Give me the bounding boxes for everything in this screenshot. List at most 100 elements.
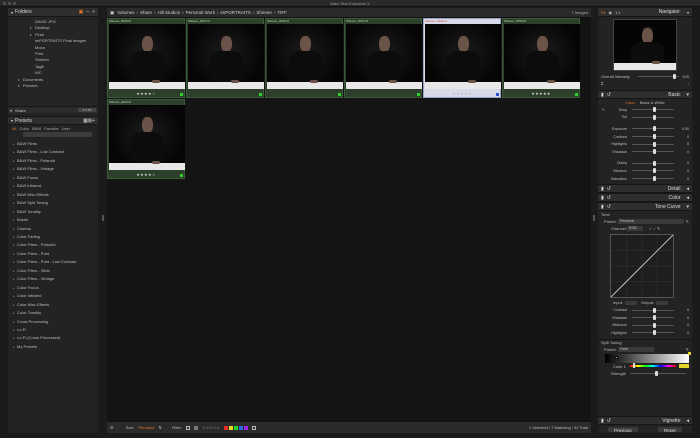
tone-preset-dropdown[interactable]: Personal: [618, 219, 684, 225]
collapse-triangle-icon[interactable]: ▾: [687, 10, 689, 15]
sort-direction-icon[interactable]: ⇅: [159, 425, 162, 430]
color-flag-icon[interactable]: [338, 93, 341, 96]
slider-knob[interactable]: [653, 160, 656, 166]
preset-group[interactable]: ▸ Color Tonality: [8, 309, 98, 317]
color-filter-swatch[interactable]: [243, 425, 248, 430]
preset-group[interactable]: ▸ Cinema: [8, 225, 98, 233]
mode-color-button[interactable]: Color: [625, 100, 635, 105]
color-flag-icon[interactable]: [496, 93, 499, 96]
preset-group[interactable]: ▸ Lo-Fi (Cross Processed): [8, 334, 98, 342]
reset-button[interactable]: Reset: [657, 426, 683, 433]
one-to-one-button[interactable]: 1:1: [615, 10, 621, 15]
tone-curve-header[interactable]: ▮ ↺ Tone Curve ▾: [598, 202, 692, 212]
channel-dropdown[interactable]: RGB: [627, 226, 643, 232]
preset-group[interactable]: ▸ B&W Films - Vintage: [8, 165, 98, 173]
filter-stars[interactable]: ☆☆☆☆☆: [202, 425, 220, 430]
preset-group[interactable]: ▸ Color Focus: [8, 284, 98, 292]
toggle-icon[interactable]: ▮: [601, 195, 604, 201]
folder-item[interactable]: ▸ Pictures: [8, 83, 98, 89]
adjustment-slider[interactable]: [632, 315, 674, 321]
preset-tab[interactable]: Color: [19, 126, 29, 131]
color-header[interactable]: ▮ ↺ Color ◂: [598, 193, 692, 203]
vignette-header[interactable]: ▮ ↺ Vignette ◂: [598, 416, 692, 425]
mode-bw-button[interactable]: Black & White: [640, 100, 665, 105]
slider-knob[interactable]: [653, 307, 656, 313]
filter-none-swatch[interactable]: [251, 425, 256, 430]
split-preset-dropdown[interactable]: Fade: [618, 346, 654, 352]
color-flag-icon[interactable]: [180, 174, 183, 177]
preset-group[interactable]: ▸ B&W Focus: [8, 174, 98, 182]
previous-button[interactable]: Previous: [607, 426, 639, 433]
preset-group[interactable]: ▸ B&W Films: [8, 140, 98, 148]
preset-group[interactable]: ▸ B&W Films - Polaroid: [8, 157, 98, 165]
folder-icon[interactable]: ▣: [79, 9, 84, 15]
thumbnail[interactable]: Shireen_0039.tif ☆☆☆☆☆: [423, 18, 501, 98]
slider-knob[interactable]: [653, 134, 656, 140]
input-field[interactable]: [625, 300, 638, 305]
output-field[interactable]: [656, 300, 669, 305]
preset-tab[interactable]: User: [62, 126, 70, 131]
toggle-icon[interactable]: ▮: [601, 186, 604, 192]
brush-icon[interactable]: ⁄: [688, 81, 689, 86]
preset-group[interactable]: ▸ My Presets: [8, 343, 98, 351]
adjustment-slider[interactable]: [632, 134, 674, 140]
curve-eyedropper-icon[interactable]: ✎: [657, 226, 660, 231]
toggle-icon[interactable]: ▮: [601, 204, 604, 210]
collapse-triangle-icon[interactable]: ▾: [11, 118, 13, 123]
remove-folder-icon[interactable]: –: [86, 9, 89, 15]
slider-knob[interactable]: [653, 330, 656, 336]
fit-button[interactable]: Fit: [601, 10, 605, 15]
thumbnail[interactable]: Shireen_0050.tif ★★★★★: [502, 18, 580, 98]
split-hue-slider[interactable]: [630, 363, 676, 369]
crop-icon[interactable]: ⌗: [601, 81, 603, 86]
curve-point-icon[interactable]: ✓: [649, 226, 652, 231]
split-tone-gradient[interactable]: [605, 351, 691, 363]
thumbnail[interactable]: Shireen_0027.tif: [186, 18, 264, 98]
split-color-marker[interactable]: [688, 351, 691, 355]
preset-group[interactable]: ▸ B&W Split Toning: [8, 199, 98, 207]
breadcrumb-item[interactable]: imPORTRAITS: [221, 10, 251, 15]
thumbnail[interactable]: Shireen_0023.tif ★★★★☆: [107, 18, 185, 98]
right-splitter-handle[interactable]: [593, 215, 595, 221]
star-rating[interactable]: ★★★★☆: [108, 172, 184, 177]
preset-group[interactable]: ▸ Cross Processing: [8, 318, 98, 326]
preset-group[interactable]: ▸ B&W Infrared: [8, 182, 98, 190]
preset-group[interactable]: ▸ B&W Misc Effects: [8, 191, 98, 199]
expand-triangle-icon[interactable]: ◂: [686, 186, 689, 192]
preset-group[interactable]: ▸ Color Fading: [8, 233, 98, 241]
adjustment-slider[interactable]: [632, 330, 674, 336]
filter-flag-icon[interactable]: [185, 425, 190, 430]
collapse-triangle-icon[interactable]: ▾: [686, 204, 689, 210]
preset-group[interactable]: ▸ Color Infrared: [8, 292, 98, 300]
collapse-triangle-icon[interactable]: ▾: [686, 92, 689, 98]
add-preset-icon[interactable]: +: [92, 118, 95, 124]
preset-group[interactable]: ▸ Color Films - Vintage: [8, 275, 98, 283]
overall-intensity-slider[interactable]: [638, 74, 680, 79]
preset-tab[interactable]: Favorite: [44, 126, 58, 131]
adjustment-slider[interactable]: [632, 149, 674, 155]
split-color-swatch[interactable]: [679, 364, 689, 369]
preset-search-input[interactable]: [23, 132, 92, 137]
breadcrumb-item[interactable]: Personal Work: [186, 10, 215, 15]
add-folder-icon[interactable]: +: [92, 9, 95, 15]
toggle-icon[interactable]: ▮: [601, 92, 604, 98]
curve-draw-icon[interactable]: ⁄: [654, 226, 655, 231]
color-flag-icon[interactable]: [417, 93, 420, 96]
color-filter-swatch[interactable]: [238, 425, 243, 430]
slider-knob[interactable]: [653, 315, 656, 321]
preset-group[interactable]: ▸ Color Misc Effects: [8, 301, 98, 309]
preset-group[interactable]: ▸ B&W Tonality: [8, 208, 98, 216]
share-volume-bar[interactable]: ▾ Share 2.5 TB: [8, 106, 98, 113]
slider-knob[interactable]: [653, 322, 656, 328]
expand-triangle-icon[interactable]: ◂: [686, 195, 689, 201]
filter-reject-icon[interactable]: [193, 425, 198, 430]
slider-knob[interactable]: [653, 126, 656, 132]
adjustment-slider[interactable]: [632, 126, 674, 132]
preset-tab[interactable]: B&W: [32, 126, 41, 131]
preset-group[interactable]: ▸ Color Films - Print - Low Contrast: [8, 258, 98, 266]
toggle-icon[interactable]: ▮: [601, 418, 604, 424]
thumbnail[interactable]: Shireen_0063.tif ★★★★☆: [107, 99, 185, 179]
preset-tab[interactable]: All: [12, 126, 16, 131]
preset-group[interactable]: ▸ Color Films - Slide: [8, 267, 98, 275]
detail-header[interactable]: ▮ ↺ Detail ◂: [598, 184, 692, 194]
